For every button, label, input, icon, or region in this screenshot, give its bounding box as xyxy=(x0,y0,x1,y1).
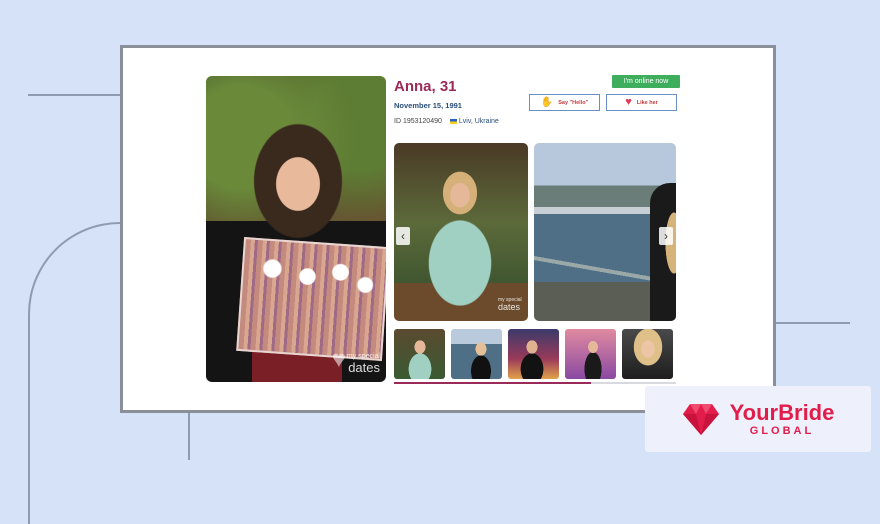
gallery-scrollbar[interactable] xyxy=(394,382,676,384)
watermark-big-text: dates xyxy=(498,302,521,312)
wave-hand-icon: ✋ xyxy=(540,96,554,108)
brand-subtitle: GLOBAL xyxy=(749,424,815,437)
decorative-line xyxy=(28,94,120,96)
profile-meta: ID 1953120490 Lviv, Ukraine xyxy=(394,118,499,125)
like-label: Like her xyxy=(636,99,658,106)
gallery-photo[interactable] xyxy=(534,143,676,321)
brand-name: YourBride xyxy=(729,399,835,425)
decorative-line xyxy=(772,322,850,324)
profile-id: ID 1953120490 xyxy=(394,118,442,125)
photo-detail xyxy=(236,237,386,361)
say-hello-label: Say "Hello" xyxy=(558,99,589,106)
photo-detail xyxy=(650,183,676,321)
diamond-logo-icon xyxy=(682,404,719,435)
say-hello-button[interactable]: ✋ Say "Hello" xyxy=(529,94,600,111)
decorative-line xyxy=(188,412,190,460)
online-status-badge: I'm online now xyxy=(612,75,680,88)
thumbnail[interactable] xyxy=(451,329,502,379)
like-button[interactable]: ♥ Like her xyxy=(606,94,677,111)
birth-date: November 15, 1991 xyxy=(394,101,462,110)
chevron-left-icon[interactable]: ‹ xyxy=(396,227,410,245)
photo-watermark: my special dates xyxy=(498,298,522,312)
gallery-scrollbar-thumb[interactable] xyxy=(394,382,592,384)
photo-watermark: ♥ my special dates xyxy=(332,348,380,375)
brand-logo: YourBride GLOBAL xyxy=(645,386,871,452)
gallery-photo[interactable] xyxy=(394,143,528,321)
ukraine-flag-icon xyxy=(449,119,457,124)
chevron-right-icon[interactable]: › xyxy=(659,227,673,245)
thumbnail[interactable] xyxy=(508,329,559,379)
watermark-big-text: dates xyxy=(348,360,380,375)
thumbnail[interactable] xyxy=(622,329,673,379)
watermark-heart-icon: ♥ xyxy=(331,346,346,373)
photo-thumbnails xyxy=(394,329,673,379)
heart-icon: ♥ xyxy=(625,96,632,108)
profile-name: Anna, 31 xyxy=(394,78,457,95)
profile-location[interactable]: Lviv, Ukraine xyxy=(449,118,499,125)
watermark-small-text: my special xyxy=(346,353,380,360)
location-label: Lviv, Ukraine xyxy=(458,118,499,125)
thumbnail[interactable] xyxy=(394,329,445,379)
main-profile-photo[interactable]: ♥ my special dates xyxy=(206,76,386,382)
profile-window: ♥ my special dates Anna, 31 November 15,… xyxy=(120,45,776,413)
thumbnail[interactable] xyxy=(565,329,616,379)
